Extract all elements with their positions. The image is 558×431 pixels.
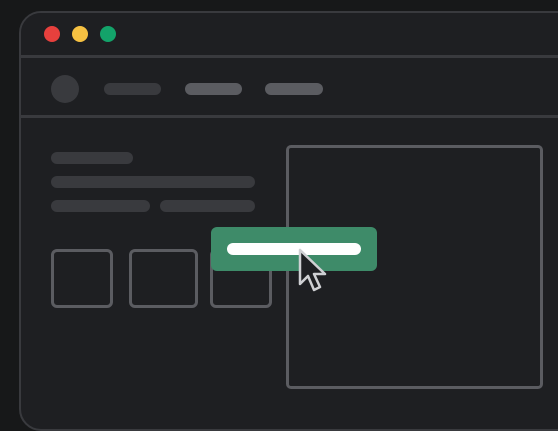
dragged-item-label-placeholder <box>227 243 361 255</box>
maximize-window-button[interactable] <box>100 26 116 42</box>
text-line-placeholder <box>51 200 150 212</box>
text-line-placeholder <box>51 176 255 188</box>
nav-item-3[interactable] <box>265 83 323 95</box>
browser-window <box>19 11 558 431</box>
nav-item-2[interactable] <box>185 83 242 95</box>
text-line-placeholder <box>160 200 255 212</box>
item-slot-1[interactable] <box>51 249 113 308</box>
dragged-item[interactable] <box>211 227 377 271</box>
nav-item-1[interactable] <box>104 83 161 95</box>
arrow-pointer-icon <box>298 248 327 292</box>
item-slot-2[interactable] <box>129 249 198 308</box>
title-bar <box>21 13 558 58</box>
heading-placeholder <box>51 152 133 164</box>
navigation-bar <box>21 58 558 118</box>
close-window-button[interactable] <box>44 26 60 42</box>
avatar[interactable] <box>51 75 79 103</box>
minimize-window-button[interactable] <box>72 26 88 42</box>
